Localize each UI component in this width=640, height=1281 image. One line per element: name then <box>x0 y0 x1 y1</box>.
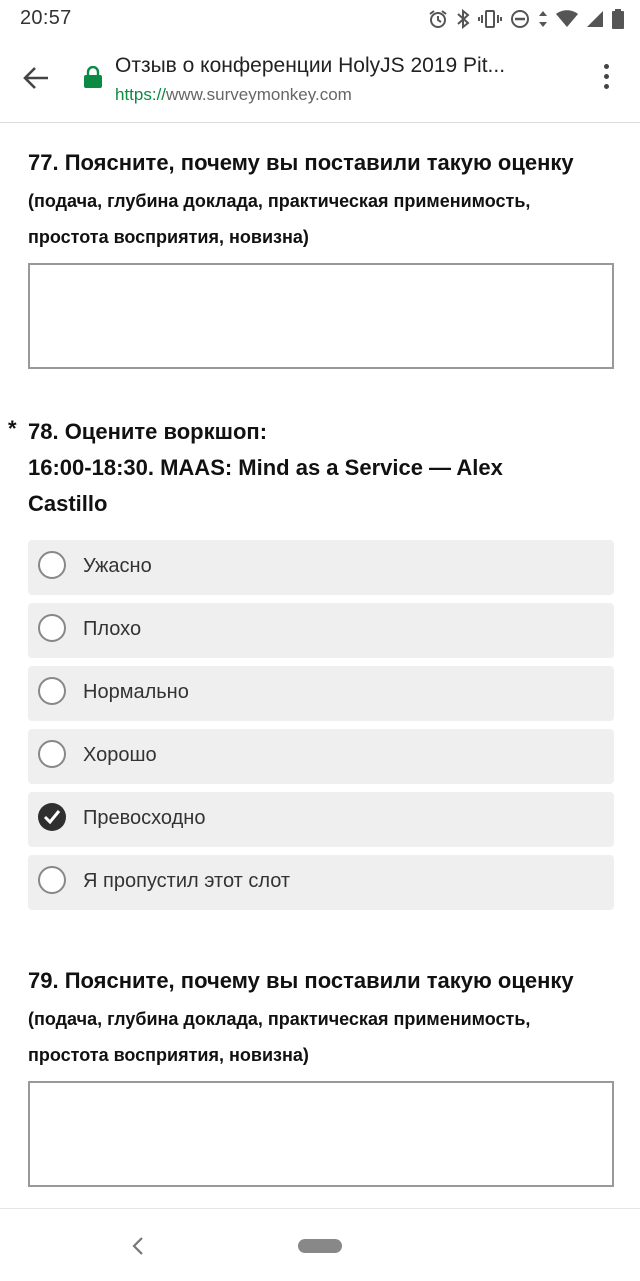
nav-home-pill[interactable] <box>298 1239 342 1253</box>
overflow-menu-button[interactable] <box>594 64 618 96</box>
menu-dot <box>603 64 609 69</box>
rating-option-normal[interactable]: Нормально <box>28 666 614 721</box>
rating-option-good[interactable]: Хорошо <box>28 729 614 784</box>
vibrate-icon <box>478 10 502 28</box>
back-arrow-icon <box>23 67 48 89</box>
status-bar: 20:57 <box>0 0 640 38</box>
data-arrows-icon <box>539 11 547 27</box>
url-host: www.surveymonkey.com <box>166 85 352 104</box>
status-icons <box>428 8 624 30</box>
q79-answer-textarea[interactable] <box>28 1081 614 1187</box>
rating-option-terrible[interactable]: Ужасно <box>28 540 614 595</box>
option-label: Ужасно <box>83 555 152 577</box>
radio-unchecked-icon[interactable] <box>38 551 66 579</box>
option-label: Плохо <box>83 618 142 640</box>
page-title[interactable]: Отзыв о конференции HolyJS 2019 Pit... <box>115 54 575 78</box>
status-time: 20:57 <box>20 7 72 29</box>
battery-icon <box>612 9 624 29</box>
option-label: Превосходно <box>83 807 206 829</box>
q79-subtitle-line2: простота восприятия, новизна) <box>28 1045 309 1065</box>
q77-subtitle-line2: простота восприятия, новизна) <box>28 227 309 247</box>
chevron-left-icon <box>132 1237 143 1255</box>
required-asterisk: * <box>8 416 17 441</box>
q79-title: 79. Поясните, почему вы поставили такую … <box>28 968 574 993</box>
radio-unchecked-icon[interactable] <box>38 740 66 768</box>
rating-option-excellent[interactable]: Превосходно <box>28 792 614 847</box>
lock-icon <box>84 65 102 88</box>
option-label: Нормально <box>83 681 189 703</box>
do-not-disturb-icon <box>511 10 529 28</box>
radio-unchecked-icon[interactable] <box>38 866 66 894</box>
back-arrow-button[interactable] <box>20 62 52 94</box>
nav-back-button[interactable] <box>128 1235 148 1257</box>
radio-unchecked-icon[interactable] <box>38 677 66 705</box>
url-scheme: https:// <box>115 85 167 104</box>
menu-dot <box>603 74 609 79</box>
q77-title: 77. Поясните, почему вы поставили такую … <box>28 150 574 175</box>
q77-answer-textarea[interactable] <box>28 263 614 369</box>
page-url[interactable]: https://www.surveymonkey.com <box>115 85 352 105</box>
alarm-icon <box>429 10 447 28</box>
rating-option-bad[interactable]: Плохо <box>28 603 614 658</box>
option-label: Хорошо <box>83 744 157 766</box>
q78-title-line1: 78. Оцените воркшоп: <box>28 419 268 444</box>
radio-checked-icon[interactable] <box>38 803 66 831</box>
wifi-icon <box>556 10 578 27</box>
radio-unchecked-icon[interactable] <box>38 614 66 642</box>
option-label: Я пропустил этот слот <box>83 870 291 892</box>
q77-subtitle-line1: (подача, глубина доклада, практическая п… <box>28 191 531 211</box>
rating-option-skipped[interactable]: Я пропустил этот слот <box>28 855 614 910</box>
menu-dot <box>603 84 609 89</box>
signal-icon <box>587 11 603 27</box>
q78-title-line2: 16:00-18:30. MAAS: Mind as a Service — A… <box>28 455 503 480</box>
browser-toolbar: Отзыв о конференции HolyJS 2019 Pit... h… <box>0 38 640 123</box>
system-nav-bar <box>0 1208 640 1281</box>
q79-subtitle-line1: (подача, глубина доклада, практическая п… <box>28 1009 531 1029</box>
bluetooth-icon <box>457 9 470 29</box>
q78-title-line3: Castillo <box>28 491 108 516</box>
